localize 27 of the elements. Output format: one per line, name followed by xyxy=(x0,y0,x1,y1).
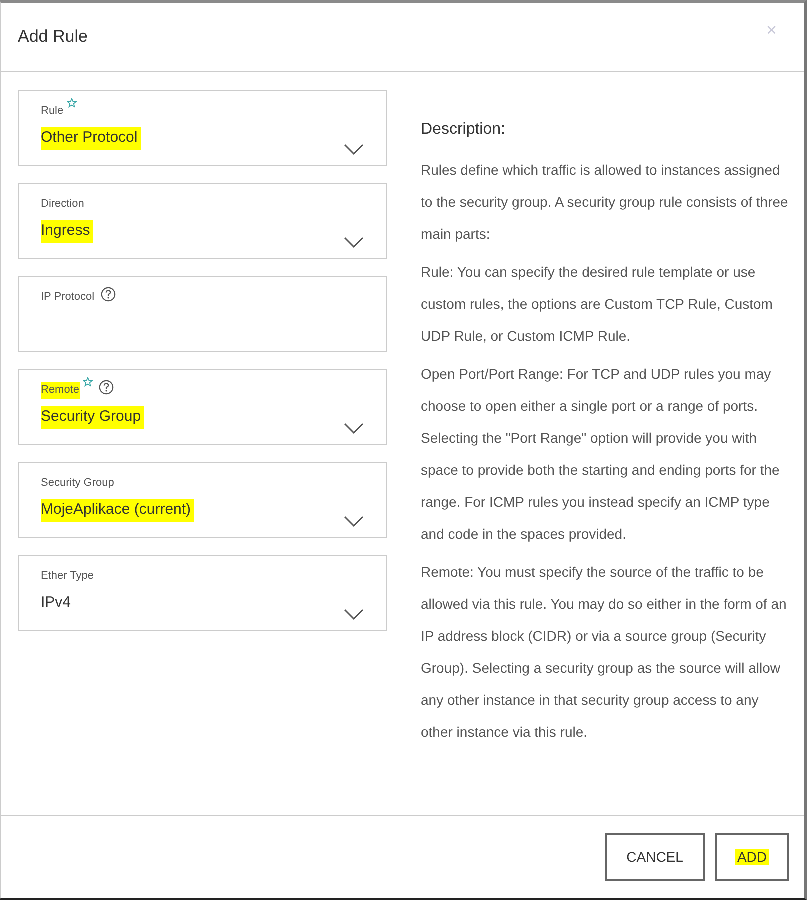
dropdown-field[interactable]: Security Group MojeAplikace (current) xyxy=(18,462,387,538)
field-label: Direction xyxy=(41,197,84,212)
field-label: Ether Type xyxy=(41,569,94,584)
field-value: IPv4 xyxy=(41,593,72,613)
description-heading: Description: xyxy=(421,120,506,140)
field-value: Ingress xyxy=(41,220,94,242)
dropdown-field[interactable]: Rule Other Protocol xyxy=(18,90,387,166)
field-label: Rule xyxy=(41,104,64,119)
cancel-button[interactable]: CANCEL xyxy=(604,833,706,881)
description-paragraph: Open Port/Port Range: For TCP and UDP rules you may choose to open either a single port or a range of ports. Selecting the "Port Range" option will provide you with space to provide both the starting and ending ports for the range. For ICMP rules you instead specify an ICMP type and code in the spaces provided. xyxy=(421,365,781,544)
field-label: IP Protocol xyxy=(41,290,95,305)
help-icon[interactable] xyxy=(100,287,116,302)
field-value: Security Group xyxy=(41,406,144,428)
field-label: Security Group xyxy=(41,476,114,491)
dropdown-field[interactable]: Direction Ingress xyxy=(18,183,387,259)
input-field[interactable]: IP Protocol xyxy=(18,276,387,352)
help-icon[interactable] xyxy=(98,380,114,395)
description-paragraph: Rules define which traffic is allowed to instances assigned to the security group. A security group rule consists of three main parts: xyxy=(421,161,790,244)
description-paragraph: Rule: You can specify the desired rule template or use custom rules, the options are Custom TCP Rule, Custom UDP Rule, or Custom ICMP Rule. xyxy=(421,263,774,346)
field-value: Other Protocol xyxy=(41,127,141,150)
description-paragraph: Remote: You must specify the source of the traffic to be allowed via this rule. You may do so either in the form of an IP address block (CIDR) or via a source group (Security Group). Selecting a security group as the source will allow any other instance in that security group access to any other instance via this rule. xyxy=(421,563,788,742)
field-value: MojeAplikace (current) xyxy=(41,499,194,522)
add-button[interactable]: ADD xyxy=(715,833,789,881)
dropdown-field[interactable]: Ether Type IPv4 xyxy=(18,555,387,631)
dropdown-field[interactable]: Remote Security Group xyxy=(18,369,387,445)
field-label: Remote xyxy=(41,382,80,398)
dialog-title: Add Rule xyxy=(18,26,88,48)
